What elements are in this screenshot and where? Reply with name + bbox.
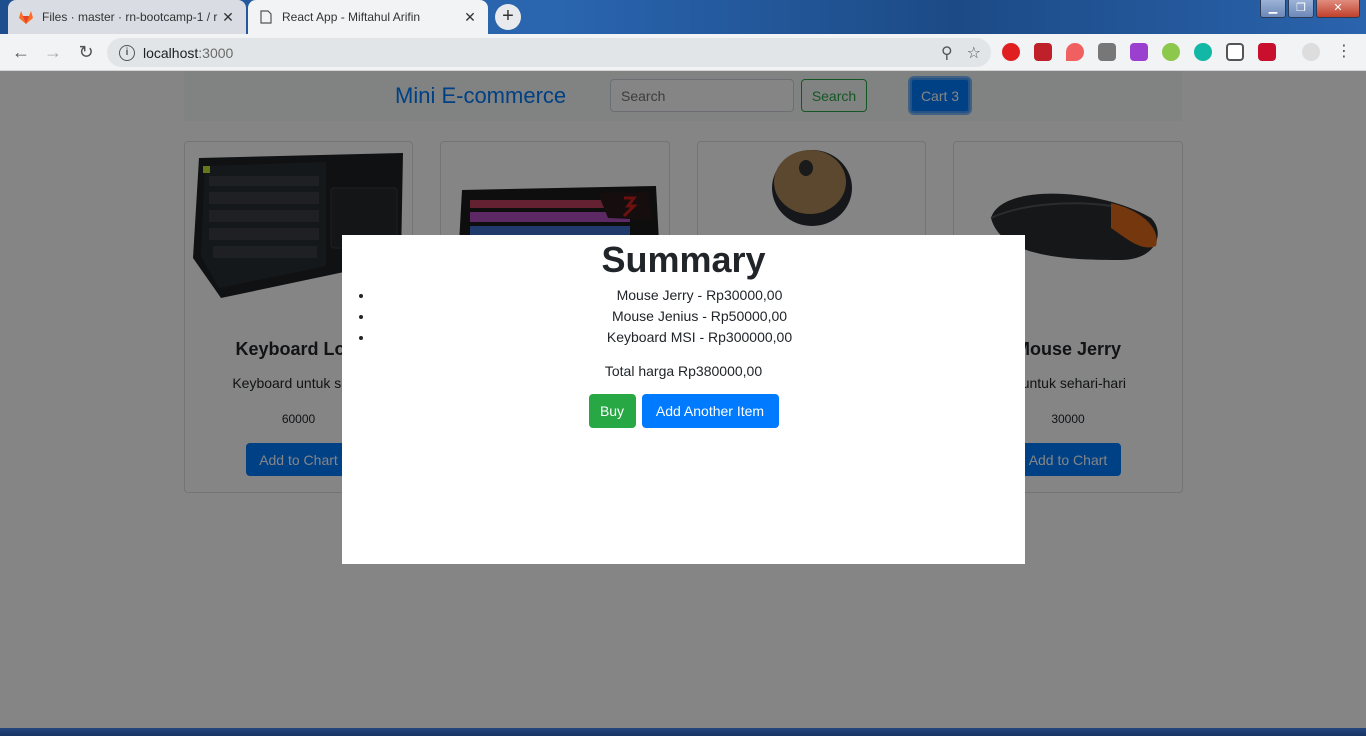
browser-tab-strip: Files · master · rn-bootcamp-1 / r ✕ Rea…: [0, 0, 1366, 34]
tab-title: React App - Miftahul Arifin: [282, 10, 421, 24]
new-tab-button[interactable]: +: [495, 4, 521, 30]
extension-pocket-icon[interactable]: [1226, 43, 1244, 61]
maximize-button[interactable]: ❐: [1288, 0, 1314, 18]
close-tab-icon[interactable]: ✕: [462, 9, 478, 26]
cart-item: Mouse Jerry - Rp30000,00: [374, 285, 1025, 306]
reload-icon[interactable]: ↻: [74, 40, 98, 64]
bookmark-star-icon[interactable]: ☆: [967, 43, 981, 63]
total-price: Total harga Rp380000,00: [604, 363, 763, 379]
url-host: localhost: [143, 44, 199, 61]
close-tab-icon[interactable]: ✕: [220, 9, 236, 26]
extension-pixel-icon[interactable]: [1258, 43, 1276, 61]
modal-title: Summary: [601, 239, 766, 280]
modal-actions: Buy Add Another Item: [342, 394, 1025, 428]
minimize-button[interactable]: ▁: [1260, 0, 1286, 18]
profile-avatar[interactable]: [1302, 43, 1320, 61]
tab-title: Files · master · rn-bootcamp-1 / r: [42, 10, 218, 24]
cart-item: Mouse Jenius - Rp50000,00: [374, 306, 1025, 327]
forward-icon[interactable]: →: [41, 40, 65, 64]
extension-m-icon[interactable]: [1194, 43, 1212, 61]
page-icon: [258, 9, 274, 25]
menu-kebab-icon[interactable]: ⋮: [1336, 43, 1352, 61]
browser-tab-react-app[interactable]: React App - Miftahul Arifin ✕: [248, 0, 488, 34]
back-icon[interactable]: ←: [9, 40, 33, 64]
add-another-item-button[interactable]: Add Another Item: [641, 394, 779, 428]
url-port: :3000: [198, 44, 234, 61]
window-controls: ▁ ❐ ✕: [1260, 0, 1360, 18]
os-taskbar: [0, 728, 1366, 736]
extension-opera-icon[interactable]: [1002, 43, 1020, 61]
extension-nodejs-icon[interactable]: [1162, 43, 1180, 61]
gitlab-icon: [18, 9, 34, 25]
cart-item: Keyboard MSI - Rp300000,00: [374, 327, 1025, 348]
zoom-icon[interactable]: ⚲: [941, 43, 953, 63]
extension-shield-icon[interactable]: [1066, 43, 1084, 61]
close-window-button[interactable]: ✕: [1316, 0, 1360, 18]
browser-tab-gitlab[interactable]: Files · master · rn-bootcamp-1 / r ✕: [8, 0, 246, 34]
cart-item-list: Mouse Jerry - Rp30000,00 Mouse Jenius - …: [342, 285, 1025, 348]
summary-modal: Summary Mouse Jerry - Rp30000,00 Mouse J…: [342, 235, 1025, 564]
extension-send-icon[interactable]: [1130, 43, 1148, 61]
info-icon[interactable]: i: [119, 44, 135, 61]
extension-chat-icon[interactable]: [1098, 43, 1116, 61]
address-bar[interactable]: i localhost:3000 ⚲ ☆: [107, 38, 991, 67]
buy-button[interactable]: Buy: [588, 394, 636, 428]
extension-media-icon[interactable]: [1034, 43, 1052, 61]
